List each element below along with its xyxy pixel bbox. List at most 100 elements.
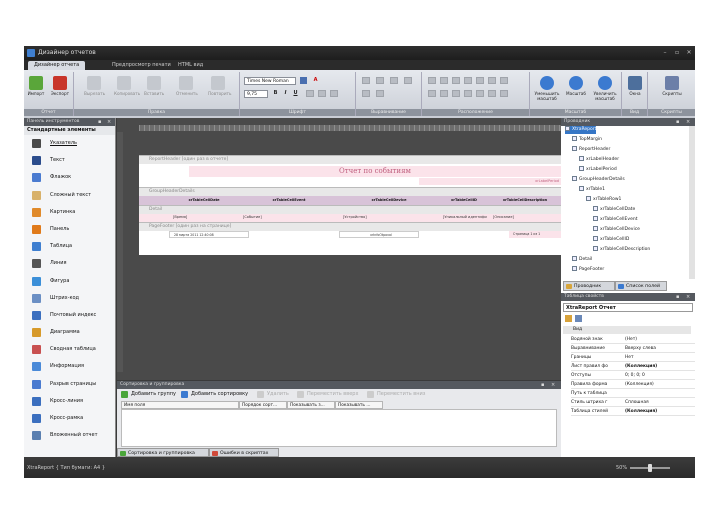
hspacing-icon[interactable] — [464, 90, 472, 97]
align-bottoms-icon[interactable] — [500, 77, 508, 84]
detail-cell-id[interactable]: [Уникальный идентифи — [439, 214, 489, 221]
minimize-button[interactable]: – — [660, 46, 670, 60]
tree-node[interactable]: xrTableCellID — [593, 236, 629, 244]
tab-explorer[interactable]: Проводник — [563, 281, 615, 291]
cut-button[interactable]: Вырезать — [84, 76, 105, 96]
justify-middle-icon[interactable] — [404, 77, 412, 84]
move-down-button[interactable]: Переместить вниз — [367, 390, 425, 399]
detail-cell-time[interactable]: [Время] — [169, 214, 239, 221]
tree-node[interactable]: xrTableCellDescription — [593, 246, 650, 254]
justify-top-left-icon[interactable] — [362, 77, 370, 84]
category-vid[interactable]: Вид — [563, 326, 691, 334]
tree-scrollbar[interactable] — [689, 126, 695, 279]
tree-node[interactable]: Detail — [572, 256, 592, 264]
add-sort-button[interactable]: Добавить сортировку — [181, 390, 248, 399]
pin-icon[interactable]: ▪ — [676, 118, 679, 126]
align-center-icon[interactable] — [318, 90, 326, 97]
bold-button[interactable]: B — [272, 90, 279, 97]
table-cell-description[interactable]: xrTableCellDescription — [489, 196, 561, 204]
footer-info[interactable]: xrInfoOtpoval — [339, 231, 419, 238]
property-value[interactable]: 0; 0; 0; 0 — [625, 372, 645, 380]
table-cell-event[interactable]: xrTableCellEvent — [239, 196, 339, 204]
move-up-button[interactable]: Переместить вверх — [297, 390, 358, 399]
underline-button[interactable]: U — [292, 90, 299, 97]
toolbox-category[interactable]: Стандартные элементы — [24, 126, 115, 135]
detail-cell-event[interactable]: [Событие] — [239, 214, 339, 221]
band-group-header[interactable]: GroupHeaderDetails — [139, 187, 561, 196]
import-button[interactable]: Импорт — [26, 76, 46, 96]
justify-bottom-icon[interactable] — [376, 90, 384, 97]
tree-node[interactable]: PageFooter — [572, 266, 604, 274]
justify-bottom-left-icon[interactable] — [362, 90, 370, 97]
redo-button[interactable]: Повторить — [208, 76, 231, 96]
band-report-header[interactable]: ReportHeader [один раз в отчете] — [139, 155, 561, 164]
scripts-button[interactable]: Скрипты — [662, 76, 682, 96]
column-header-sort-order[interactable]: Порядок сорт... — [239, 401, 287, 409]
tree-node[interactable]: xrTableCellEvent — [593, 216, 637, 224]
tab-report-designer[interactable]: Дизайнер отчета — [28, 61, 86, 70]
close-pane-icon[interactable]: × — [551, 381, 555, 389]
bring-front-icon[interactable] — [488, 90, 496, 97]
maximize-button[interactable]: ▫ — [672, 46, 682, 60]
property-value[interactable]: Нет — [625, 354, 634, 362]
toolbox-item[interactable]: Кросс-рамка — [24, 410, 115, 427]
property-row[interactable]: Лист правил фо (Коллекция) — [571, 363, 695, 371]
property-row[interactable]: Правила форма (Коллекция) — [571, 381, 695, 389]
send-back-icon[interactable] — [500, 90, 508, 97]
font-color-button[interactable]: A — [312, 77, 319, 84]
toolbox-item[interactable]: Картинка — [24, 204, 115, 221]
property-value[interactable]: Сплошная — [625, 399, 649, 407]
toolbox-item[interactable]: Фигура — [24, 273, 115, 290]
tab-html-view[interactable]: HTML вид — [172, 61, 209, 70]
zoom-in-button[interactable]: Увеличить масштаб — [592, 76, 618, 101]
justify-top-right-icon[interactable] — [390, 77, 398, 84]
pin-icon[interactable]: ▪ — [98, 118, 101, 126]
property-value[interactable]: (Коллекция) — [625, 363, 657, 371]
add-group-button[interactable]: Добавить группу — [121, 390, 176, 399]
toolbox-item[interactable]: Панель — [24, 221, 115, 238]
property-value[interactable]: Вверху слева — [625, 345, 656, 353]
justify-top-icon[interactable] — [376, 77, 384, 84]
tree-node[interactable]: ReportHeader — [572, 146, 610, 154]
tab-script-errors[interactable]: Ошибки в скриптах — [209, 448, 279, 457]
table-cell-date[interactable]: xrTableCellDate — [169, 196, 239, 204]
zoom-button[interactable]: Масштаб — [564, 76, 588, 96]
export-button[interactable]: Экспорт — [50, 76, 70, 96]
toolbox-item[interactable]: Штрих-код — [24, 290, 115, 307]
toolbox-item[interactable]: Флажок — [24, 169, 115, 186]
italic-button[interactable]: I — [282, 90, 289, 97]
fore-color-icon[interactable] — [300, 77, 307, 84]
vspacing-icon[interactable] — [476, 90, 484, 97]
property-value[interactable]: (Коллекция) — [625, 381, 654, 389]
detail-cell-device[interactable]: [Устройство] — [339, 214, 439, 221]
zoom-slider-thumb[interactable] — [648, 464, 652, 472]
property-value[interactable]: (Коллекция) — [625, 408, 657, 416]
toolbox-item[interactable]: Диаграмма — [24, 324, 115, 341]
close-button[interactable]: ✕ — [684, 46, 694, 60]
toolbox-item[interactable]: Разрыв страницы — [24, 376, 115, 393]
tab-sorting[interactable]: Сортировка и группировка — [117, 448, 209, 457]
align-tops-icon[interactable] — [476, 77, 484, 84]
close-pane-icon[interactable]: × — [107, 118, 111, 126]
property-row[interactable]: Стиль штриха г Сплошная — [571, 399, 695, 407]
align-centers-icon[interactable] — [452, 77, 460, 84]
align-rights-icon[interactable] — [464, 77, 472, 84]
align-to-grid-icon[interactable] — [428, 77, 436, 84]
footer-date[interactable]: 28 марта 2011 12:40:08 — [169, 231, 249, 238]
categorized-icon[interactable] — [565, 315, 572, 322]
toolbox-item[interactable]: Информация — [24, 358, 115, 375]
align-left-icon[interactable] — [306, 90, 314, 97]
column-header-field[interactable]: Имя поля — [121, 401, 239, 409]
report-title-label[interactable]: Отчет по событиям — [189, 166, 561, 177]
band-detail[interactable]: Detail — [139, 205, 561, 214]
property-row[interactable]: Водяной знак (Нет) — [571, 336, 695, 344]
toolbox-item[interactable]: Сложный текст — [24, 187, 115, 204]
align-middles-icon[interactable] — [488, 77, 496, 84]
toolbox-item[interactable]: Вложенный отчет — [24, 427, 115, 444]
table-cell-id[interactable]: xrTableCellID — [439, 196, 489, 204]
toolbox-item[interactable]: Линия — [24, 255, 115, 272]
tree-node[interactable]: xrTableCellDevice — [593, 226, 640, 234]
tab-field-list[interactable]: Список полей — [615, 281, 667, 291]
align-lefts-icon[interactable] — [440, 77, 448, 84]
tree-node[interactable]: xrTableRow1 — [586, 196, 621, 204]
